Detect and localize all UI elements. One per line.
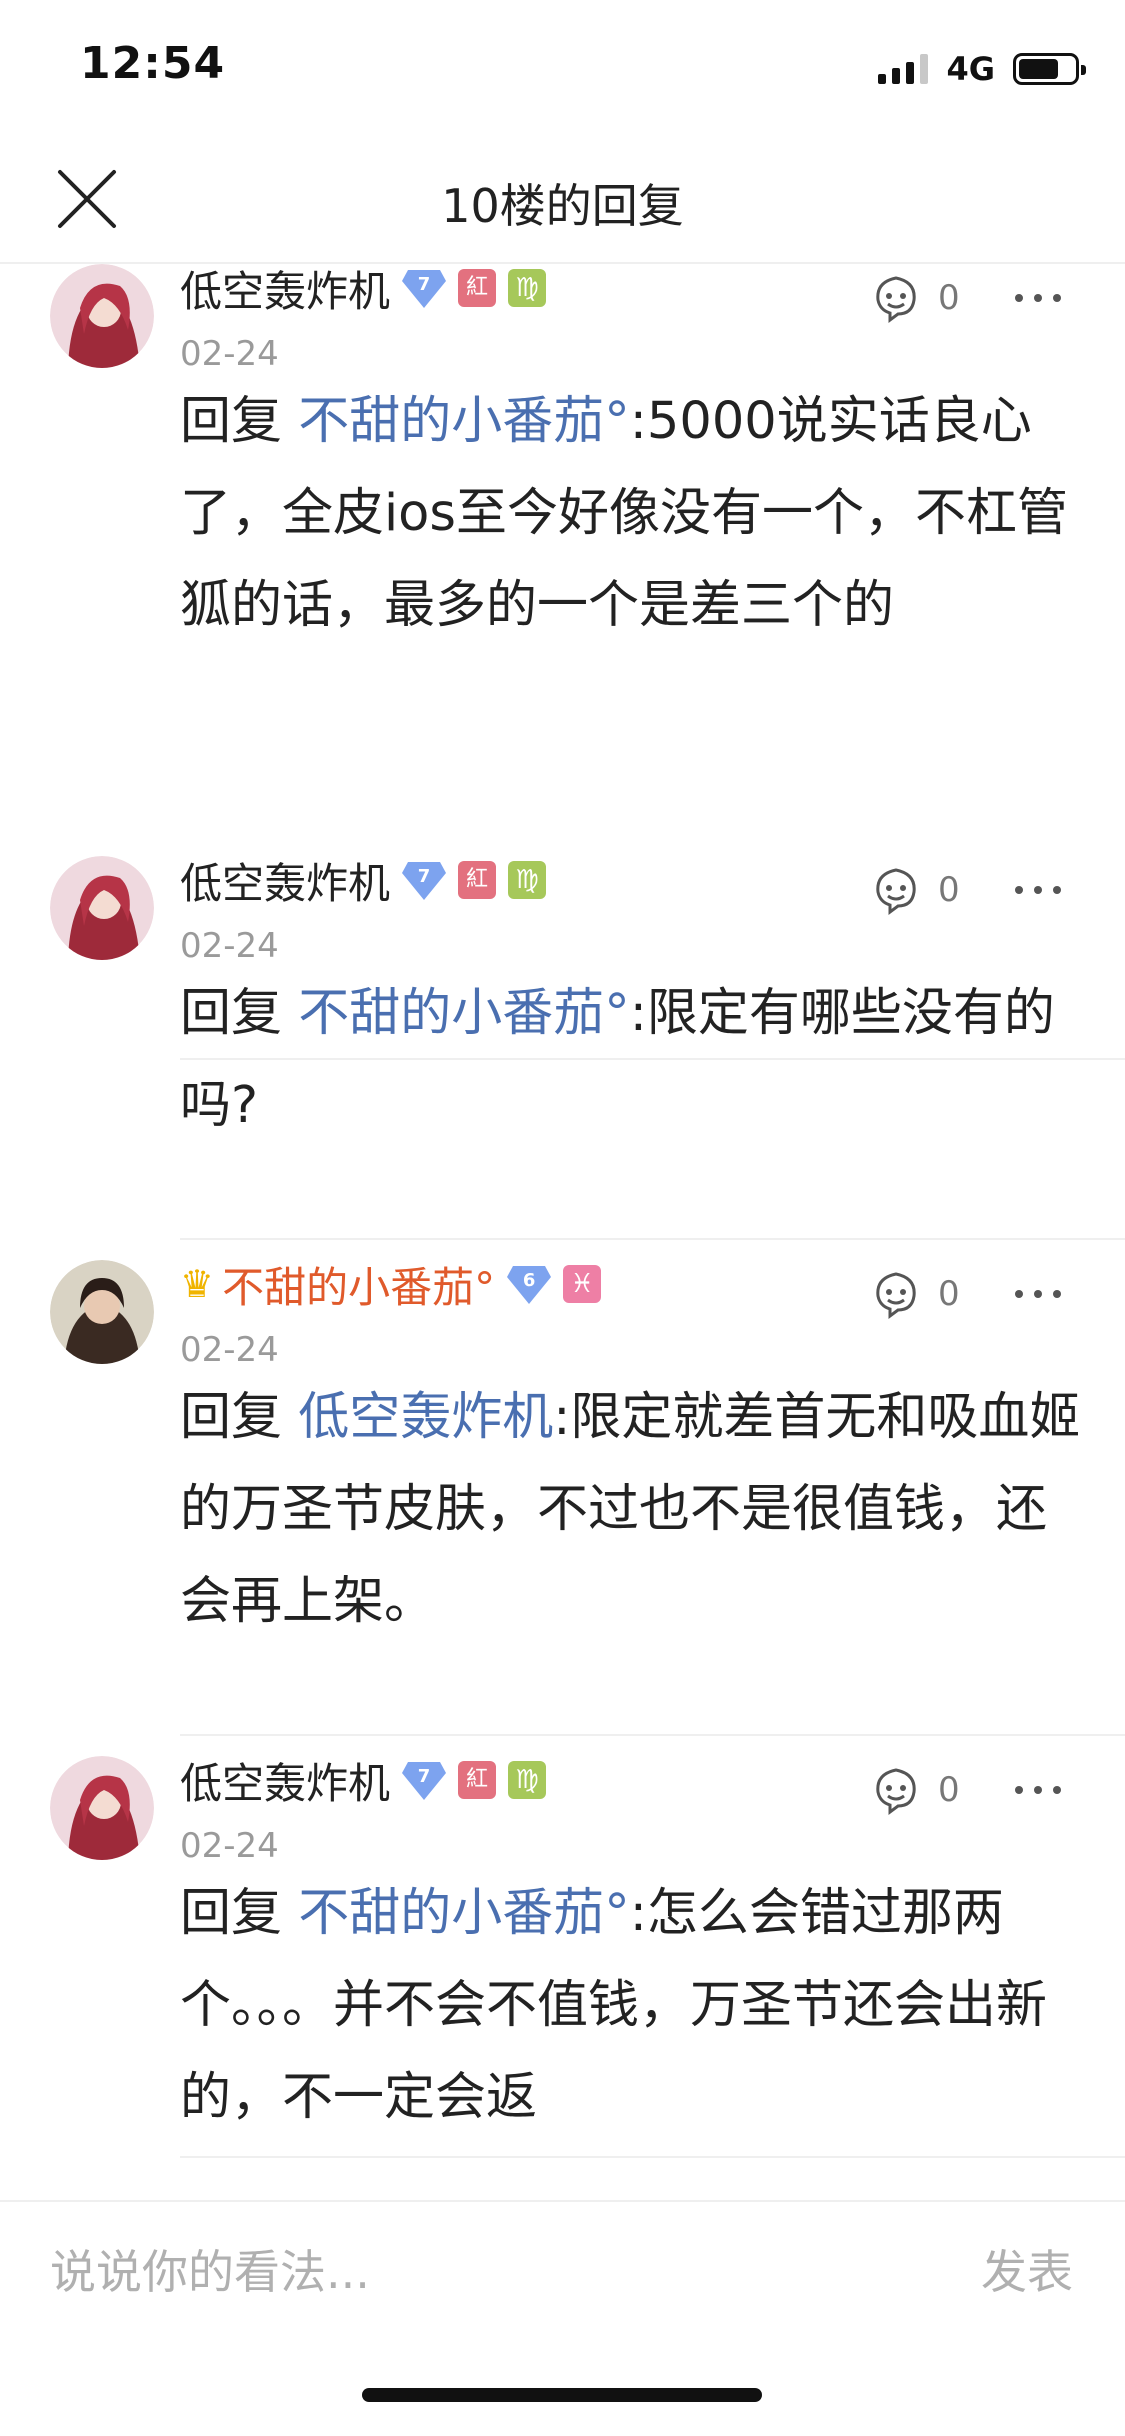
zodiac-virgo-icon: ♍ (508, 269, 547, 307)
user-info-row: 低空轰炸机 7 紅 ♍ (180, 850, 547, 911)
post-date: 02-24 (180, 1826, 279, 1866)
like-icon (876, 1768, 916, 1815)
like-count: 0 (938, 1274, 960, 1314)
username[interactable]: 低空轰炸机 (180, 850, 390, 911)
page-title: 10楼的回复 (441, 179, 684, 233)
like-icon (876, 868, 916, 915)
more-options-button[interactable] (1008, 1760, 1068, 1820)
avatar[interactable] (50, 264, 154, 368)
avatar[interactable] (50, 1260, 154, 1364)
divider (180, 1734, 1125, 1736)
battery-icon (1013, 53, 1086, 85)
more-options-button[interactable] (1008, 268, 1068, 328)
more-horizontal-icon (1015, 1786, 1061, 1794)
badge-red-icon: 紅 (458, 269, 497, 307)
comment-input[interactable]: 说说你的看法... (50, 2236, 370, 2302)
username[interactable]: 低空轰炸机 (180, 1750, 390, 1811)
mention-link[interactable]: 不甜的小番茄° (298, 1884, 630, 1943)
status-indicators: 4G (878, 48, 1086, 90)
more-horizontal-icon (1015, 1290, 1061, 1298)
like-icon (876, 1272, 916, 1319)
username[interactable]: 低空轰炸机 (180, 264, 390, 319)
level-badge-diamond-icon: 6 (507, 1264, 552, 1304)
reply-list[interactable]: 低空轰炸机 7 紅 ♍ 02-24 0 回复 不甜的小番茄°:5000说实话良心… (0, 264, 1125, 2200)
like-count: 0 (938, 1770, 960, 1810)
avatar[interactable] (50, 856, 154, 960)
post-date: 02-24 (180, 926, 279, 966)
zodiac-virgo-icon: ♍ (508, 1761, 547, 1799)
reply-prefix: 回复 (180, 1884, 283, 1943)
reply-prefix: 回复 (180, 1388, 283, 1447)
reply-content: 回复 不甜的小番茄°:怎么会错过那两个。。。并不会不值钱，万圣节还会出新的，不一… (180, 1868, 1085, 2144)
zodiac-pisces-icon: ♓ (563, 1265, 602, 1303)
like-button[interactable]: 0 (868, 1264, 960, 1324)
status-bar: 12:54 4G (0, 0, 1125, 132)
more-options-button[interactable] (1008, 860, 1068, 920)
more-options-button[interactable] (1008, 1264, 1068, 1324)
reply-prefix: 回复 (180, 392, 283, 451)
more-horizontal-icon (1015, 294, 1061, 302)
divider (180, 1238, 1125, 1240)
level-badge-diamond-icon: 7 (402, 268, 447, 308)
user-info-row: ♛ 不甜的小番茄° 6 ♓ (180, 1254, 602, 1315)
avatar[interactable] (50, 1756, 154, 1860)
badge-red-icon: 紅 (458, 861, 497, 899)
cellular-signal-icon (878, 54, 929, 84)
like-count: 0 (938, 278, 960, 318)
more-horizontal-icon (1015, 886, 1061, 894)
crown-icon: ♛ (180, 1262, 215, 1306)
header: 10楼的回复 (0, 132, 1125, 264)
reply-content: 回复 低空轰炸机:限定就差首无和吸血姬的万圣节皮肤，不过也不是很值钱，还会再上架… (180, 1372, 1085, 1648)
level-badge-diamond-icon: 7 (402, 1760, 447, 1800)
like-icon (876, 276, 916, 323)
post-date: 02-24 (180, 1330, 279, 1370)
reply-prefix: 回复 (180, 984, 283, 1043)
level-badge-diamond-icon: 7 (402, 860, 447, 900)
like-button[interactable]: 0 (868, 268, 960, 328)
reply-content: 回复 不甜的小番茄°:5000说实话良心了，全皮ios至今好像没有一个，不杠管狐… (180, 376, 1085, 652)
battery-level-fill (1019, 59, 1058, 79)
badge-red-icon: 紅 (458, 1761, 497, 1799)
network-type: 4G (946, 50, 995, 88)
mention-link[interactable]: 不甜的小番茄° (298, 392, 630, 451)
like-button[interactable]: 0 (868, 1760, 960, 1820)
send-button[interactable]: 发表 (981, 2236, 1073, 2302)
divider (180, 2156, 1125, 2158)
mention-link[interactable]: 不甜的小番茄° (298, 984, 630, 1043)
reply-content: 回复 不甜的小番茄°:限定有哪些没有的吗? (180, 968, 1085, 1152)
user-info-row: 低空轰炸机 7 紅 ♍ (180, 1750, 547, 1811)
user-info-row: 低空轰炸机 7 紅 ♍ (180, 264, 547, 319)
zodiac-virgo-icon: ♍ (508, 861, 547, 899)
mention-link[interactable]: 低空轰炸机 (298, 1388, 553, 1447)
status-time: 12:54 (80, 38, 226, 89)
like-count: 0 (938, 870, 960, 910)
comment-input-bar: 说说你的看法... 发表 (0, 2200, 1125, 2332)
post-date: 02-24 (180, 334, 279, 374)
home-indicator[interactable] (362, 2388, 762, 2402)
username[interactable]: 不甜的小番茄° (222, 1254, 495, 1315)
like-button[interactable]: 0 (868, 860, 960, 920)
